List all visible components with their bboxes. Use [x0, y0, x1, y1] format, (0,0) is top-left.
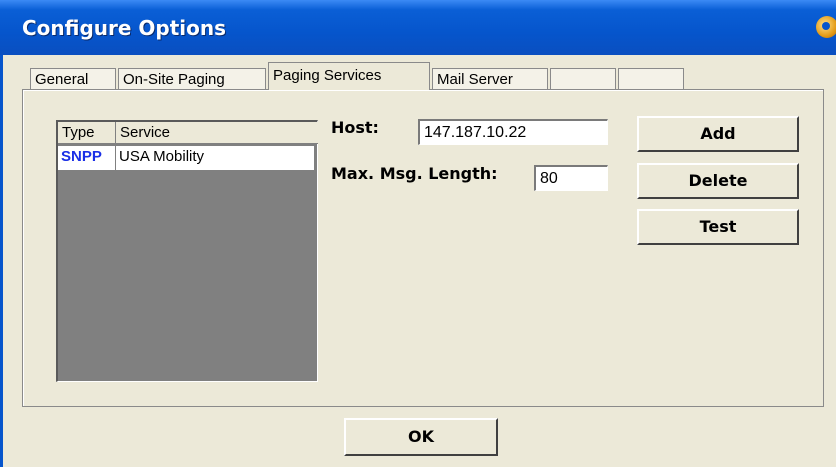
delete-button[interactable]: Delete: [637, 163, 799, 199]
column-header-type[interactable]: Type: [58, 122, 116, 144]
tab-on-site-paging[interactable]: On-Site Paging: [118, 68, 266, 90]
tab-empty-2[interactable]: [618, 68, 684, 90]
services-list[interactable]: Type Service SNPP USA Mobility: [56, 120, 318, 382]
max-msg-length-field[interactable]: 80: [534, 165, 608, 191]
window-frame-left: [0, 55, 3, 467]
host-field[interactable]: 147.187.10.22: [418, 119, 608, 145]
window-title: Configure Options: [22, 16, 227, 40]
service-type-cell: SNPP: [58, 146, 116, 170]
configure-options-window: Configure Options General On-Site Paging…: [0, 0, 836, 467]
max-msg-length-label: Max. Msg. Length:: [331, 164, 498, 183]
tab-mail-server[interactable]: Mail Server: [432, 68, 548, 90]
title-bar[interactable]: Configure Options: [0, 0, 836, 55]
add-button[interactable]: Add: [637, 116, 799, 152]
app-icon[interactable]: [816, 16, 836, 38]
list-item[interactable]: SNPP USA Mobility: [58, 146, 314, 170]
tab-empty-1[interactable]: [550, 68, 616, 90]
ok-button[interactable]: OK: [344, 418, 498, 456]
test-button[interactable]: Test: [637, 209, 799, 245]
host-label: Host:: [331, 118, 379, 137]
service-name-cell: USA Mobility: [119, 148, 205, 165]
tab-general[interactable]: General: [30, 68, 116, 90]
column-header-service[interactable]: Service: [116, 122, 318, 144]
tab-paging-services[interactable]: Paging Services: [268, 62, 430, 90]
services-list-header: Type Service: [58, 122, 318, 144]
